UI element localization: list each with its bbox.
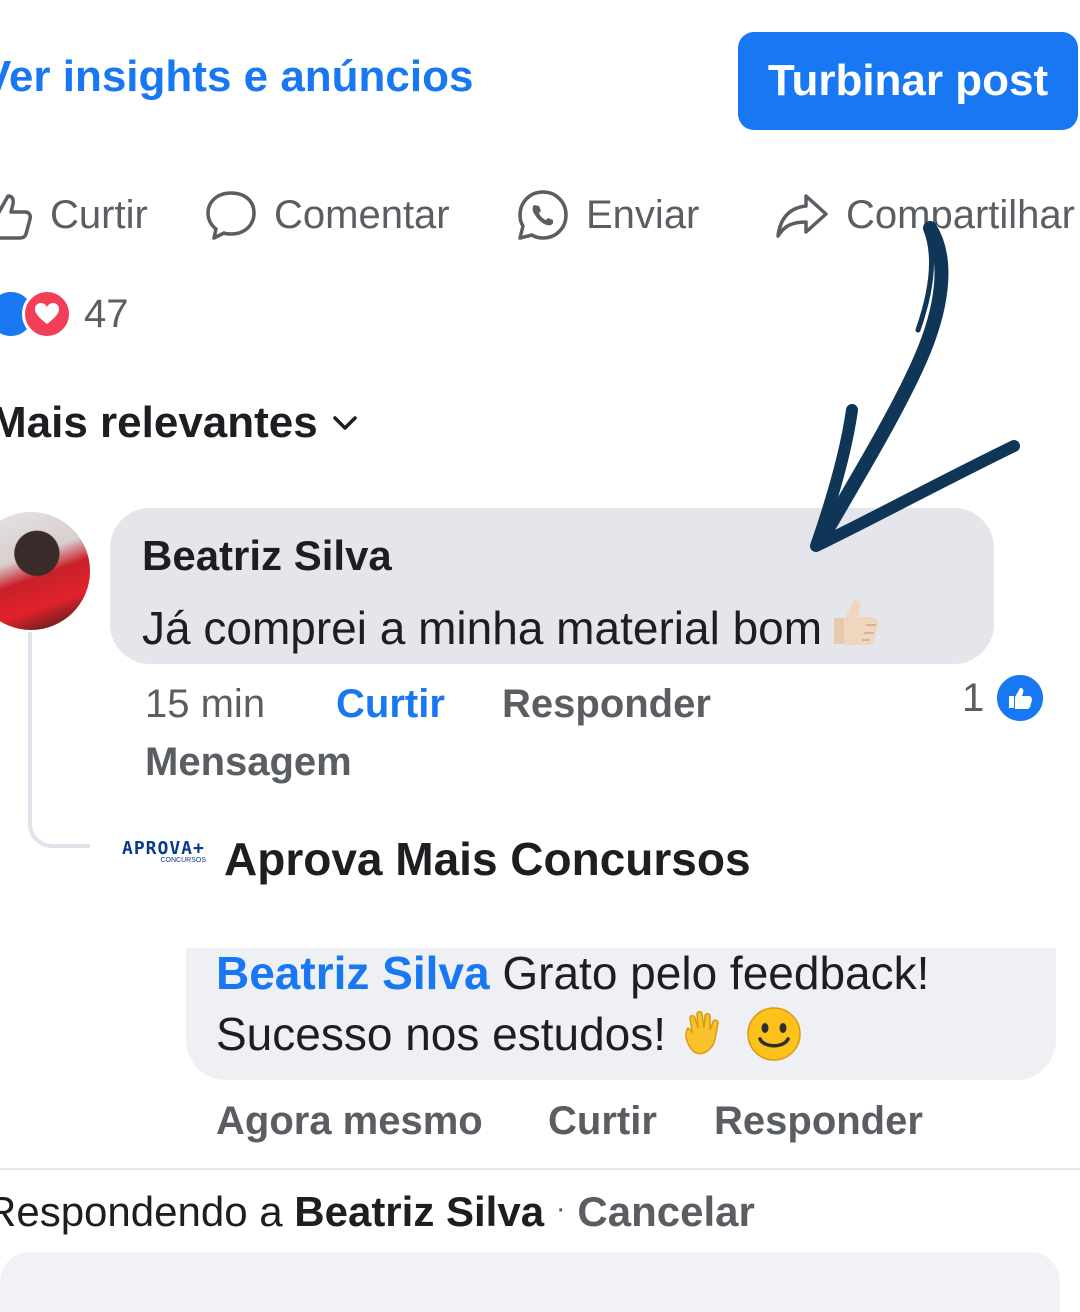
comment-action[interactable]: Comentar	[204, 185, 450, 245]
comment-sort-dropdown[interactable]: Mais relevantes	[0, 398, 358, 448]
reply-like-button[interactable]: Curtir	[548, 1099, 657, 1144]
replying-to-name: Beatriz Silva	[294, 1188, 545, 1235]
like-action-label: Curtir	[50, 192, 148, 237]
thumbs-up-emoji-icon	[826, 592, 884, 661]
like-reaction-icon	[994, 672, 1047, 724]
divider	[0, 1168, 1080, 1170]
comment-bubble-icon	[206, 191, 256, 240]
comment-like-count[interactable]: 1	[962, 672, 1047, 724]
reply-text-line-1: Beatriz Silva Grato pelo feedback!	[216, 946, 929, 1000]
reply-author[interactable]: Aprova Mais Concursos	[224, 832, 751, 886]
mention-link[interactable]: Beatriz Silva	[216, 947, 490, 999]
reply-time[interactable]: Agora mesmo	[216, 1099, 483, 1144]
comment-message-button[interactable]: Mensagem	[145, 740, 352, 785]
avatar[interactable]	[0, 512, 90, 630]
whatsapp-icon	[518, 190, 568, 240]
chevron-down-icon	[333, 416, 357, 430]
cancel-reply-button[interactable]: Cancelar	[577, 1188, 754, 1235]
comment-action-label: Comentar	[274, 192, 450, 237]
thumbs-up-icon	[0, 194, 32, 240]
reply-text-2: Sucesso nos estudos!	[216, 1008, 667, 1060]
insights-link[interactable]: Ver insights e anúncios	[0, 52, 473, 102]
comment-time[interactable]: 15 min	[145, 682, 265, 727]
annotation-arrow-icon	[810, 221, 1020, 552]
comment-author[interactable]: Beatriz Silva	[142, 532, 392, 580]
waving-hand-emoji-icon	[685, 1011, 719, 1055]
send-action-label: Enviar	[586, 192, 700, 237]
reply-text: Grato pelo feedback!	[502, 947, 930, 999]
sort-label: Mais relevantes	[0, 398, 318, 447]
reactions-summary[interactable]: 47	[0, 288, 129, 340]
comment-text-row: Já comprei a minha material bom	[142, 592, 884, 661]
comment-input[interactable]	[0, 1252, 1060, 1312]
comment-text: Já comprei a minha material bom	[142, 602, 823, 654]
send-action[interactable]: Enviar	[516, 185, 699, 245]
thread-connector	[28, 632, 90, 848]
comment-reply-button[interactable]: Responder	[502, 682, 711, 727]
love-reaction-icon	[22, 289, 72, 339]
reply-reply-button[interactable]: Responder	[714, 1099, 923, 1144]
replying-to-bar: Respondendo a Beatriz Silva · Cancelar	[0, 1188, 755, 1235]
like-action[interactable]: Curtir	[0, 185, 148, 245]
comment-like-button[interactable]: Curtir	[336, 682, 445, 727]
reaction-count: 47	[84, 291, 129, 336]
reply-text-line-2: Sucesso nos estudos!	[216, 1006, 802, 1062]
boost-post-button[interactable]: Turbinar post	[738, 32, 1078, 130]
page-logo[interactable]: APROVA+ CONCURSOS	[122, 838, 206, 878]
like-count: 1	[962, 675, 985, 720]
smiling-face-emoji-icon	[747, 1007, 801, 1061]
